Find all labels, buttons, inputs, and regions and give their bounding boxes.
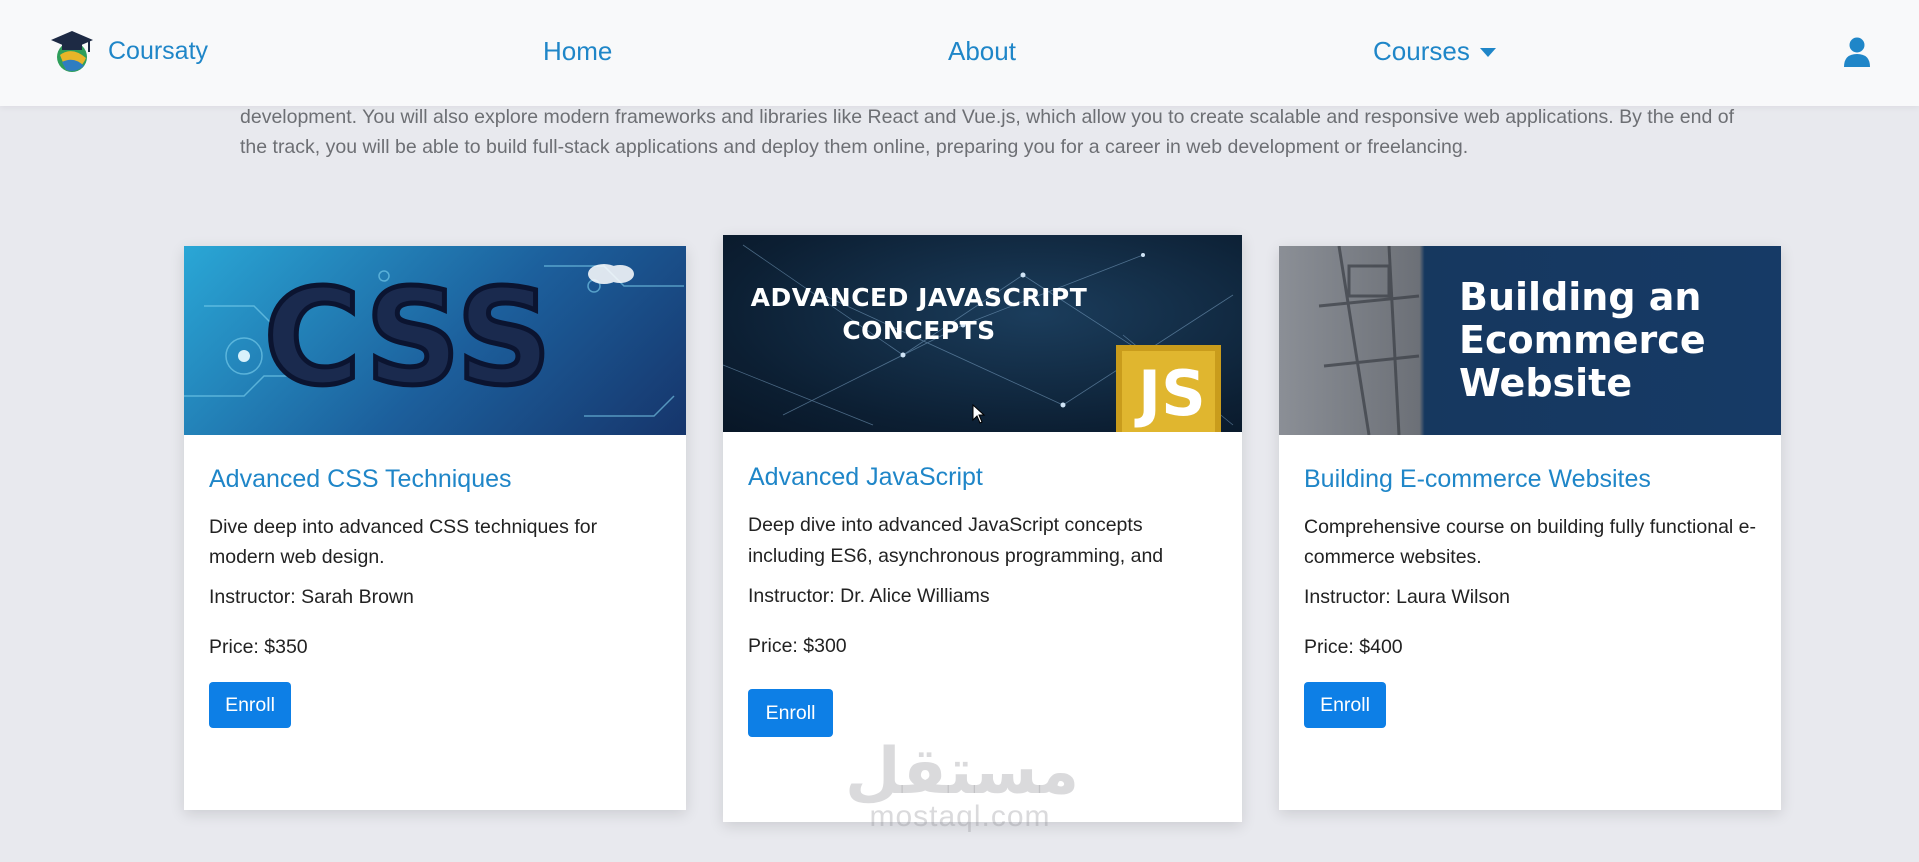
- javascript-logo-icon: JS: [1116, 345, 1221, 432]
- track-description: development. You will also explore moder…: [240, 106, 1735, 158]
- course-image-text: Building an Ecommerce Website: [1459, 275, 1706, 405]
- course-image-text: ADVANCED JAVASCRIPT CONCEPTS: [750, 283, 1088, 345]
- top-navbar: Coursaty Home About Courses: [0, 0, 1919, 106]
- brand-name: Coursaty: [108, 36, 209, 65]
- course-price: Price: $400: [1304, 636, 1403, 658]
- course-card-body: Building E-commerce Websites Comprehensi…: [1279, 435, 1781, 728]
- course-card-javascript: ADVANCED JAVASCRIPT CONCEPTS JS Advanced…: [723, 235, 1242, 822]
- nav-home-link[interactable]: Home: [543, 38, 612, 64]
- graduation-cap-logo-icon: [51, 31, 93, 72]
- course-instructor: Instructor: Dr. Alice Williams: [748, 585, 990, 607]
- user-icon[interactable]: [1843, 37, 1871, 67]
- course-image-text: CSS: [262, 261, 555, 415]
- course-instructor: Instructor: Sarah Brown: [209, 586, 414, 608]
- course-description: Comprehensive course on building fully f…: [1304, 516, 1757, 568]
- course-card-css: CSS Advanced CSS Techniques Dive deep in…: [184, 246, 686, 810]
- course-image-badge: JS: [1138, 357, 1206, 430]
- course-card-body: Advanced JavaScript Deep dive into advan…: [723, 432, 1242, 737]
- course-instructor: Instructor: Laura Wilson: [1304, 586, 1510, 608]
- course-price: Price: $350: [209, 636, 308, 658]
- caret-down-icon: [1479, 48, 1496, 57]
- course-title[interactable]: Building E-commerce Websites: [1304, 435, 1756, 494]
- nav-courses-dropdown[interactable]: Courses: [1373, 38, 1496, 64]
- enroll-button[interactable]: Enroll: [748, 689, 833, 737]
- course-price: Price: $300: [748, 635, 847, 657]
- course-card-body: Advanced CSS Techniques Dive deep into a…: [184, 435, 686, 728]
- course-description: Deep dive into advanced JavaScript conce…: [748, 514, 1164, 567]
- course-card-ecommerce: Building an Ecommerce Website Building E…: [1279, 246, 1781, 810]
- nav-about-link[interactable]: About: [948, 38, 1016, 64]
- course-description: Dive deep into advanced CSS techniques f…: [209, 516, 598, 568]
- course-image-javascript: ADVANCED JAVASCRIPT CONCEPTS JS: [723, 235, 1242, 432]
- brand-link[interactable]: Coursaty: [50, 28, 208, 74]
- nav-courses-label: Courses: [1373, 36, 1470, 66]
- course-image-css: CSS: [184, 246, 686, 435]
- enroll-button[interactable]: Enroll: [209, 682, 291, 728]
- course-image-ecommerce: Building an Ecommerce Website: [1279, 246, 1781, 435]
- course-title[interactable]: Advanced JavaScript: [748, 432, 1217, 492]
- course-title[interactable]: Advanced CSS Techniques: [209, 435, 661, 494]
- enroll-button[interactable]: Enroll: [1304, 682, 1386, 728]
